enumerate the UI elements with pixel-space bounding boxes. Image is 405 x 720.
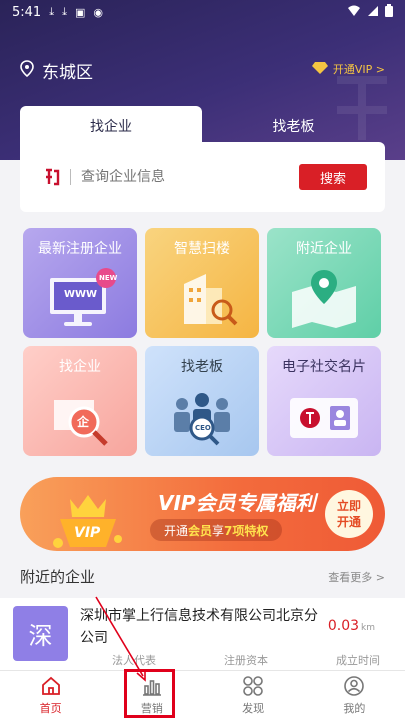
monitor-icon: NEW WWW [40, 264, 120, 330]
discover-icon [243, 676, 263, 696]
meta-legal-rep: 法人代表 [112, 654, 156, 667]
distance-value: 0.03 [327, 618, 360, 634]
building-scan-icon [162, 264, 242, 330]
banner-subtitle: 开通 会员享 7项特权 [150, 519, 283, 541]
open-now-button[interactable]: 立即 开通 [325, 490, 373, 538]
bottom-tab-bar: 首页 营销 发现 我的 [0, 670, 405, 720]
download-icon: ⤓ [62, 5, 67, 18]
ceo-label: CEO [195, 424, 211, 432]
tab-discover[interactable]: 发现 [203, 671, 304, 720]
wifi-icon [347, 5, 361, 20]
diamond-icon [311, 61, 328, 77]
search-panel: 找企业 找老板 搜索 [20, 106, 385, 212]
search-divider [70, 169, 71, 185]
nearby-section-header: 附近的企业 查看更多 > [20, 566, 385, 587]
location-selector[interactable]: 东城区 [20, 58, 93, 83]
vip-badge-text: VIP [74, 525, 101, 541]
banner-sub-highlight: 7项特权 [224, 523, 269, 538]
feature-grid: 最新注册企业 NEW WWW 智慧扫楼 附近企业 找企业 企 找老板 CEO 电… [23, 228, 383, 460]
tile-label: 找老板 [181, 359, 223, 375]
banner-sub-mid: 享 [212, 523, 225, 538]
new-badge: NEW [99, 274, 118, 282]
tile-nearby-companies[interactable]: 附近企业 [267, 228, 381, 338]
section-title: 附近的企业 [20, 568, 96, 586]
tab-home-label: 首页 [39, 702, 62, 715]
company-avatar: 深 [13, 606, 68, 661]
tile-label: 最新注册企业 [38, 241, 122, 257]
battery-icon [385, 4, 393, 20]
location-label: 东城区 [42, 63, 93, 83]
tab-profile-label: 我的 [343, 702, 366, 715]
search-input[interactable] [81, 169, 299, 185]
tile-label: 找企业 [59, 359, 101, 375]
tile-find-company[interactable]: 找企业 企 [23, 346, 137, 456]
search-button[interactable]: 搜索 [299, 164, 367, 190]
www-label: WWW [64, 289, 98, 300]
business-card-icon [284, 382, 364, 448]
tab-find-company-label: 找企业 [90, 119, 132, 135]
tab-find-boss-label: 找老板 [272, 119, 315, 135]
see-more-link[interactable]: 查看更多 > [328, 569, 385, 585]
tile-label: 电子社交名片 [282, 359, 366, 375]
meta-founded-date: 成立时间 [336, 654, 380, 667]
brand-logo-icon [44, 168, 60, 186]
distance-unit: km [361, 623, 375, 633]
signal-icon [367, 5, 379, 20]
location-pin-icon [20, 59, 34, 82]
banner-title: VIP会员专属福利 [158, 491, 316, 515]
company-list-item[interactable]: 深 深圳市掌上行信息技术有限公司北京分公司 0.03 km 法人代表 注册资本 成… [0, 598, 405, 670]
tile-label: 附近企业 [296, 241, 352, 257]
company-search-icon: 企 [40, 382, 120, 448]
meta-registered-capital: 注册资本 [224, 654, 268, 667]
tile-find-boss[interactable]: 找老板 CEO [145, 346, 259, 456]
status-bar: 5:41 ⤓ ⤓ ▣ ◉ [0, 0, 405, 24]
tab-discover-label: 发现 [242, 702, 265, 715]
banner-sub-prefix: 开通 [164, 523, 189, 538]
cta-line: 立即 [336, 499, 361, 513]
app-notification-icon: ◉ [93, 5, 103, 19]
profile-icon [344, 676, 365, 696]
company-name: 深圳市掌上行信息技术有限公司北京分公司 [80, 608, 318, 646]
tab-find-boss[interactable]: 找老板 [202, 106, 385, 146]
map-pin-icon [284, 264, 364, 330]
vip-promo-banner[interactable]: VIP VIP会员专属福利 开通 会员享 7项特权 立即 开通 [20, 477, 385, 551]
tile-new-registered-companies[interactable]: 最新注册企业 NEW WWW [23, 228, 137, 338]
open-vip-link[interactable]: 开通VIP > [311, 61, 385, 77]
image-icon: ▣ [74, 5, 86, 19]
tab-profile[interactable]: 我的 [304, 671, 405, 720]
company-meta: 法人代表 注册资本 成立时间 [80, 652, 380, 668]
enterprise-glyph: 企 [77, 415, 90, 429]
tab-home[interactable]: 首页 [0, 671, 101, 720]
status-time: 5:41 [12, 4, 42, 20]
ceo-search-icon: CEO [162, 382, 242, 448]
tile-label: 智慧扫楼 [174, 241, 230, 257]
download-icon: ⤓ [49, 5, 55, 18]
tile-digital-business-card[interactable]: 电子社交名片 [267, 346, 381, 456]
search-bar: 搜索 [20, 142, 385, 212]
banner-sub-highlight: 会员 [188, 523, 213, 538]
open-vip-label: 开通VIP > [332, 63, 385, 76]
company-distance: 0.03 km [328, 618, 375, 634]
tile-smart-building-scan[interactable]: 智慧扫楼 [145, 228, 259, 338]
annotation-highlight-box [124, 669, 175, 718]
tab-find-company[interactable]: 找企业 [20, 106, 202, 146]
vip-crown-icon: VIP [50, 487, 126, 549]
home-icon [41, 676, 60, 695]
cta-line: 开通 [336, 515, 361, 529]
